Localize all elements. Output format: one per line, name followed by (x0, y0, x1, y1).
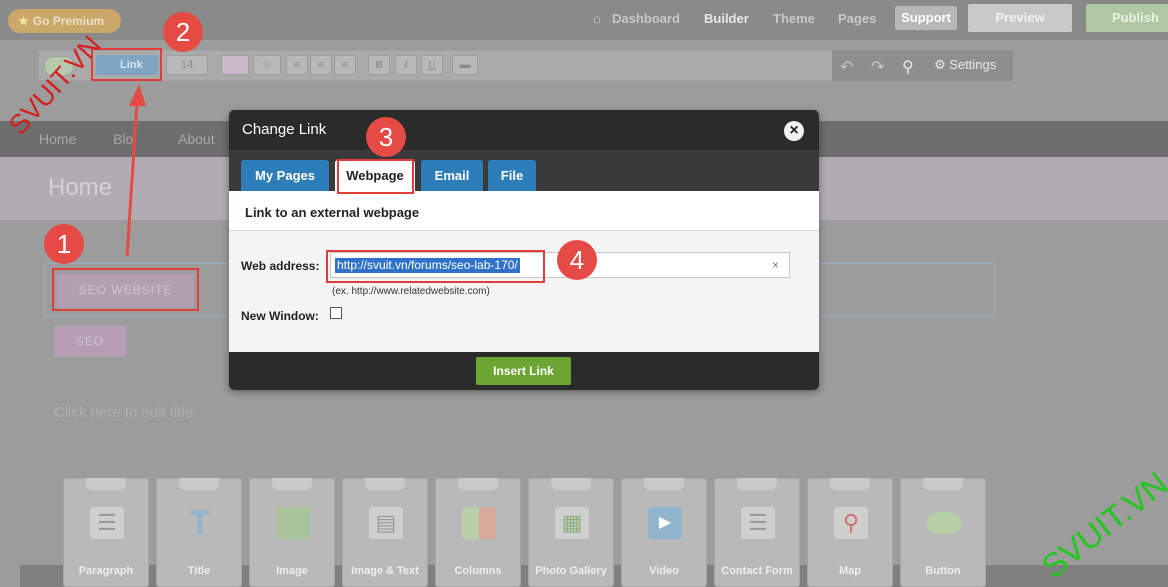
step-4-badge: 4 (557, 240, 597, 280)
step-1-badge: 1 (44, 224, 84, 264)
step-3-badge: 3 (366, 117, 406, 157)
step-2-badge: 2 (163, 12, 203, 52)
arrow-annotation (125, 84, 146, 257)
